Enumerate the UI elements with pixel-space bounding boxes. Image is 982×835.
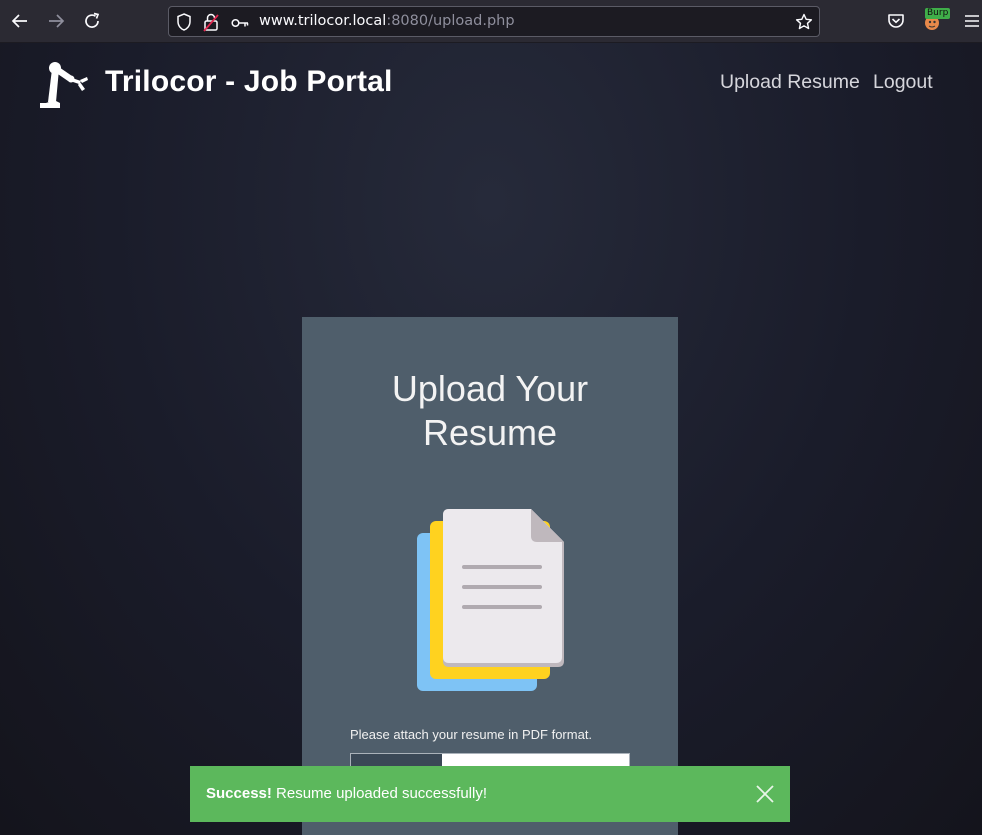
close-icon[interactable] <box>756 785 774 803</box>
url-host: www.trilocor.local <box>259 13 387 29</box>
browser-toolbar: www.trilocor.local:8080/upload.php Burp <box>0 0 982 43</box>
reload-icon[interactable] <box>80 9 104 33</box>
url-path: :8080/upload.php <box>386 13 515 29</box>
forward-arrow-icon[interactable] <box>44 9 68 33</box>
permissions-icon[interactable] <box>203 12 219 37</box>
toast-strong: Success! <box>206 785 272 802</box>
toast-text: Success! Resume uploaded successfully! <box>206 785 487 802</box>
success-toast: Success! Resume uploaded successfully! <box>190 766 790 822</box>
back-arrow-icon[interactable] <box>8 9 32 33</box>
card-title-line1: Upload Your <box>391 368 589 409</box>
toast-message: Resume uploaded successfully! <box>271 785 487 802</box>
upload-card: Upload Your Resume Please attach your re… <box>302 317 678 835</box>
brand-title[interactable]: Trilocor - Job Portal <box>105 65 393 99</box>
address-bar[interactable]: www.trilocor.local:8080/upload.php <box>168 6 820 37</box>
nav-upload-resume[interactable]: Upload Resume <box>720 71 860 94</box>
menu-icon[interactable] <box>960 9 982 33</box>
card-title-line2: Resume <box>422 412 558 453</box>
card-title: Upload Your Resume <box>302 367 678 455</box>
robot-arm-logo[interactable] <box>36 57 92 109</box>
shield-icon[interactable] <box>176 13 192 36</box>
document-stack-icon <box>417 509 564 691</box>
page: Trilocor - Job Portal Upload Resume Logo… <box>0 43 982 835</box>
burp-badge: Burp <box>925 8 951 19</box>
nav-logout[interactable]: Logout <box>873 71 933 94</box>
upload-instruction: Please attach your resume in PDF format. <box>350 727 593 742</box>
bookmark-star-icon[interactable] <box>795 13 813 36</box>
pocket-icon[interactable] <box>884 9 908 33</box>
url-text[interactable]: www.trilocor.local:8080/upload.php <box>259 13 515 29</box>
key-icon[interactable] <box>231 16 249 34</box>
